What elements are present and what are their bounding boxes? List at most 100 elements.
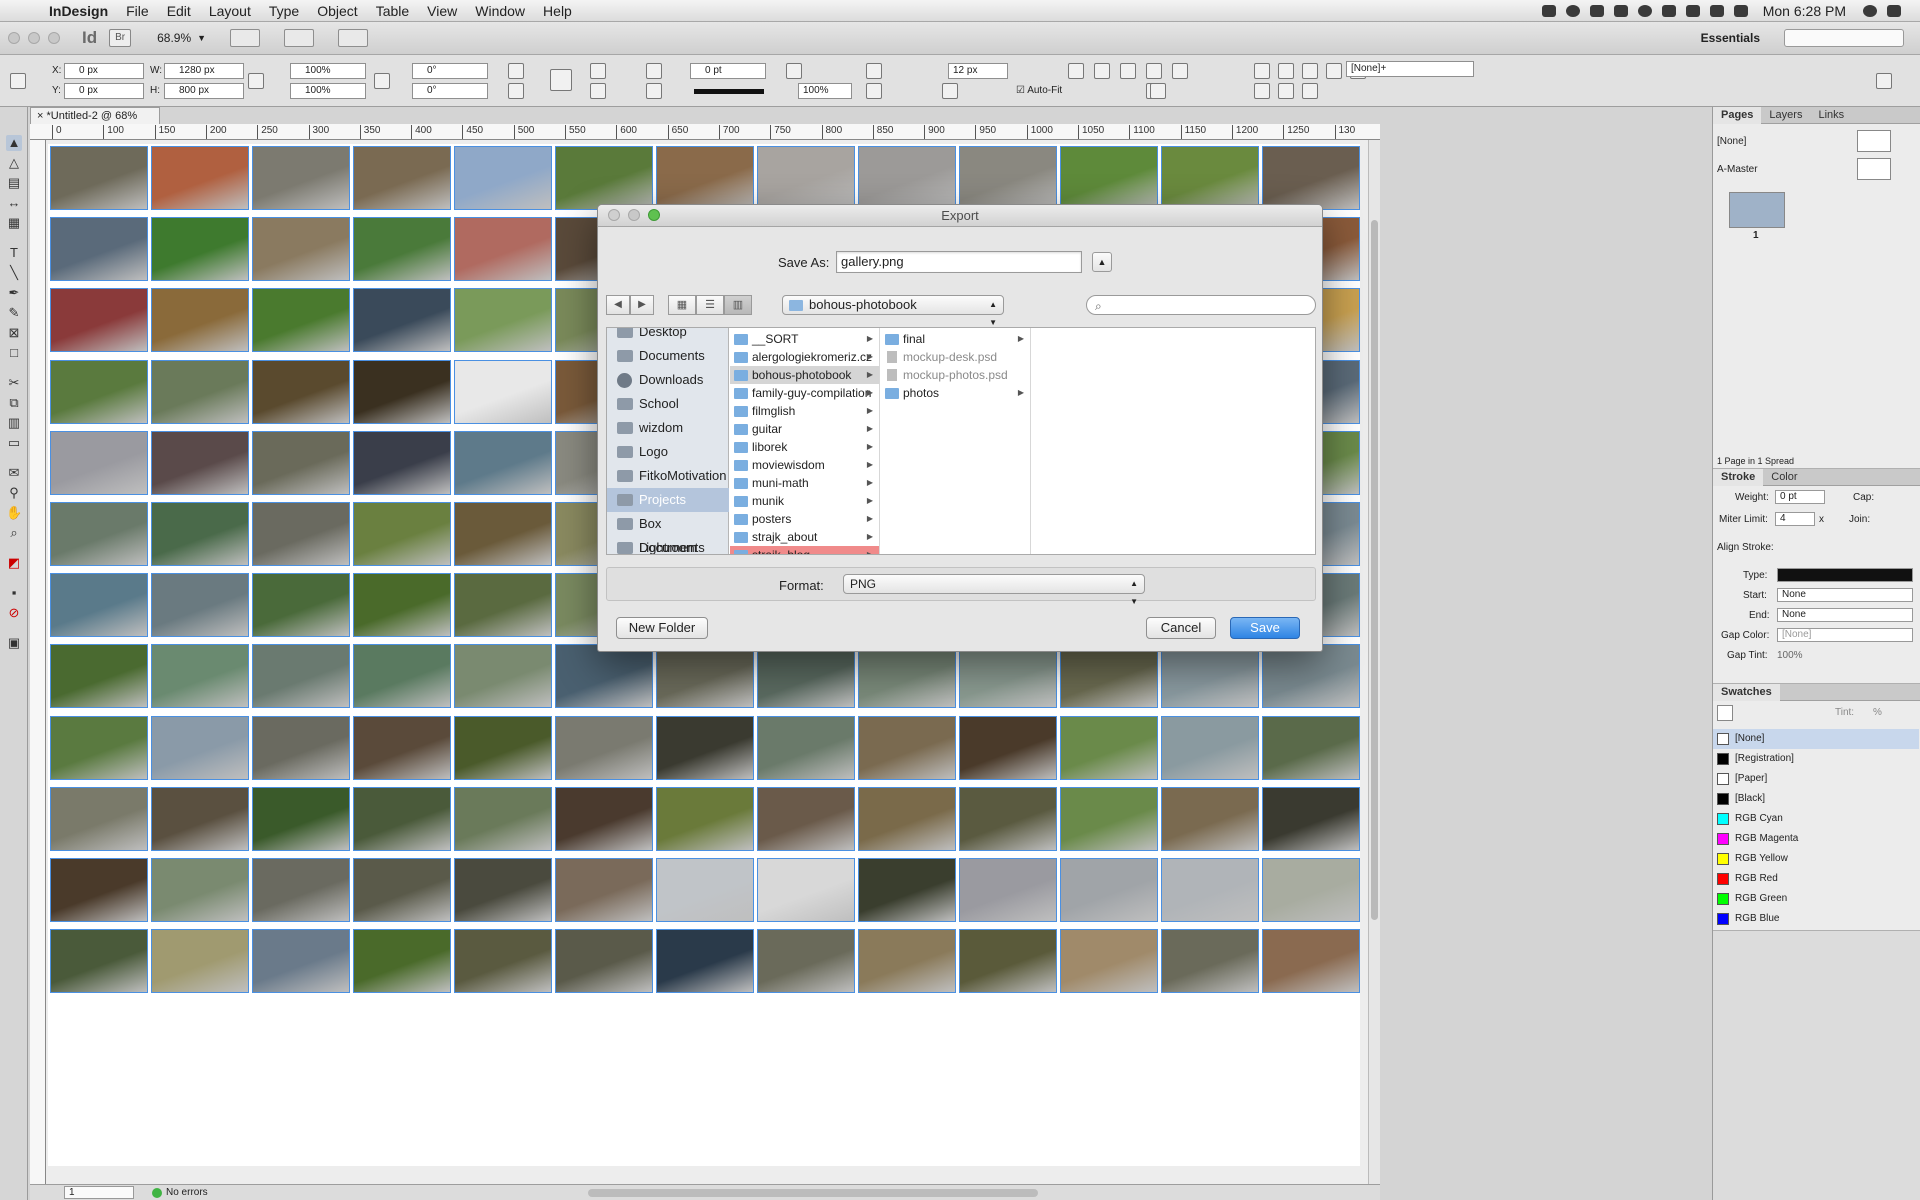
photo-frame[interactable] (353, 644, 451, 709)
zoom-tool-icon[interactable]: ⌕ (6, 525, 22, 541)
y-field[interactable]: 0 px (64, 83, 144, 99)
photo-frame[interactable] (1060, 858, 1158, 922)
folder-item[interactable]: filmglish ▶ (730, 402, 879, 420)
photo-frame[interactable] (858, 929, 956, 994)
folder-item[interactable]: munik ▶ (730, 492, 879, 510)
photo-frame[interactable] (50, 573, 148, 638)
folder-item[interactable]: strajk_about ▶ (730, 528, 879, 546)
dialog-zoom-button[interactable] (648, 209, 660, 221)
swatch-row[interactable]: [Black] (1713, 789, 1919, 809)
new-folder-button[interactable]: New Folder (616, 617, 708, 639)
preflight-status[interactable]: No errors (166, 1187, 208, 1198)
volume-icon[interactable] (1685, 4, 1700, 17)
sidebar-item-logo[interactable]: Logo (607, 440, 729, 464)
select-container-icon[interactable] (1150, 83, 1166, 99)
photo-frame[interactable] (656, 146, 754, 210)
align-top-icon[interactable] (1326, 63, 1342, 79)
quick-apply-icon[interactable] (1876, 73, 1892, 89)
shear-field[interactable]: 0° (412, 83, 488, 99)
fit-proportional-icon[interactable] (1120, 63, 1136, 79)
photo-frame[interactable] (656, 644, 754, 709)
screen-mode-button[interactable] (284, 29, 315, 47)
distribute-left-icon[interactable] (1254, 83, 1270, 99)
folder-item[interactable]: __SORT ▶ (730, 330, 879, 348)
photo-frame[interactable] (858, 786, 956, 851)
photo-frame[interactable] (50, 858, 148, 922)
photo-frame[interactable] (50, 644, 148, 709)
photo-frame[interactable] (454, 715, 552, 780)
close-button[interactable] (8, 32, 20, 44)
flip-vertical-icon[interactable] (590, 83, 606, 99)
end-select[interactable]: None (1777, 608, 1913, 622)
photo-frame[interactable] (454, 573, 552, 638)
photo-frame[interactable] (1060, 786, 1158, 851)
photo-frame[interactable] (454, 217, 552, 282)
photo-frame[interactable] (858, 858, 956, 922)
a-master-thumb[interactable] (1857, 158, 1891, 180)
tab-layers[interactable]: Layers (1761, 107, 1810, 124)
photo-frame[interactable] (1161, 786, 1259, 851)
photo-frame[interactable] (1060, 715, 1158, 780)
swatch-row[interactable]: RGB Red (1713, 869, 1919, 889)
swatch-row[interactable]: RGB Cyan (1713, 809, 1919, 829)
none-master-thumb[interactable] (1857, 130, 1891, 152)
photo-frame[interactable] (1161, 146, 1259, 210)
menu-help[interactable]: Help (534, 3, 581, 19)
line-tool-icon[interactable]: ╲ (6, 265, 22, 281)
photo-frame[interactable] (353, 502, 451, 566)
sidebar-item-documents[interactable]: Documents (607, 344, 729, 368)
photo-frame[interactable] (454, 359, 552, 424)
pen-tool-icon[interactable]: ✒ (6, 285, 22, 301)
hand-tool-icon[interactable]: ✋ (6, 505, 22, 521)
align-center-icon[interactable] (1278, 63, 1294, 79)
gradient-tool-icon[interactable]: ▥ (6, 415, 22, 431)
photo-frame[interactable] (151, 573, 249, 638)
photo-frame[interactable] (151, 146, 249, 210)
content-collector-icon[interactable]: ▦ (6, 215, 22, 231)
timemachine-icon[interactable] (1637, 4, 1652, 17)
rotate-cw-icon[interactable] (508, 63, 524, 79)
folder-item[interactable]: strajk_blog ▶ (730, 546, 879, 554)
photo-frame[interactable] (252, 715, 350, 780)
minimize-button[interactable] (28, 32, 40, 44)
location-popup[interactable]: bohous-photobook ▲ ▼ (782, 295, 1004, 327)
menu-table[interactable]: Table (367, 3, 418, 19)
photo-frame[interactable] (757, 644, 855, 709)
forward-arrow-icon[interactable]: ▶ (630, 295, 654, 315)
photo-frame[interactable] (858, 644, 956, 709)
dialog-close-button[interactable] (608, 209, 620, 221)
fill-stroke-icon[interactable]: ◩ (6, 555, 22, 571)
zoom-button[interactable] (48, 32, 60, 44)
help-search-input[interactable] (1784, 29, 1904, 47)
vertical-scrollbar[interactable] (1368, 140, 1380, 1184)
sidebar-item-box-documents[interactable]: Box Documents (607, 512, 729, 554)
photo-frame[interactable] (353, 359, 451, 424)
cancel-button[interactable]: Cancel (1146, 617, 1216, 639)
distribute-center-icon[interactable] (1278, 83, 1294, 99)
swatch-row[interactable]: RGB Magenta (1713, 829, 1919, 849)
photo-frame[interactable] (252, 146, 350, 210)
miter-field[interactable]: 4 (1775, 512, 1815, 526)
view-options-button[interactable] (230, 29, 261, 47)
photo-frame[interactable] (1161, 644, 1259, 709)
photo-frame[interactable] (151, 217, 249, 282)
menu-edit[interactable]: Edit (158, 3, 200, 19)
save-as-field[interactable]: gallery.png (836, 251, 1082, 273)
fit-frame-icon[interactable] (1094, 63, 1110, 79)
menu-file[interactable]: File (117, 3, 158, 19)
list-view-icon[interactable]: ☰ (696, 295, 724, 315)
corner-shape-icon[interactable] (942, 83, 958, 99)
tab-color[interactable]: Color (1763, 469, 1805, 486)
photo-frame[interactable] (50, 359, 148, 424)
sidebar-item-school[interactable]: School (607, 392, 729, 416)
fill-stroke-swatch-icon[interactable] (1717, 705, 1733, 721)
photo-frame[interactable] (959, 929, 1057, 994)
folder-item[interactable]: alergologiekromeriz.cz ▶ (730, 348, 879, 366)
sidebar-item-wizdom[interactable]: wizdom (607, 416, 729, 440)
notification-icon[interactable] (1565, 4, 1580, 17)
photo-frame[interactable] (656, 858, 754, 922)
photo-frame[interactable] (454, 146, 552, 210)
photo-frame[interactable] (50, 146, 148, 210)
vertical-ruler[interactable] (30, 140, 46, 1184)
photo-frame[interactable] (858, 715, 956, 780)
